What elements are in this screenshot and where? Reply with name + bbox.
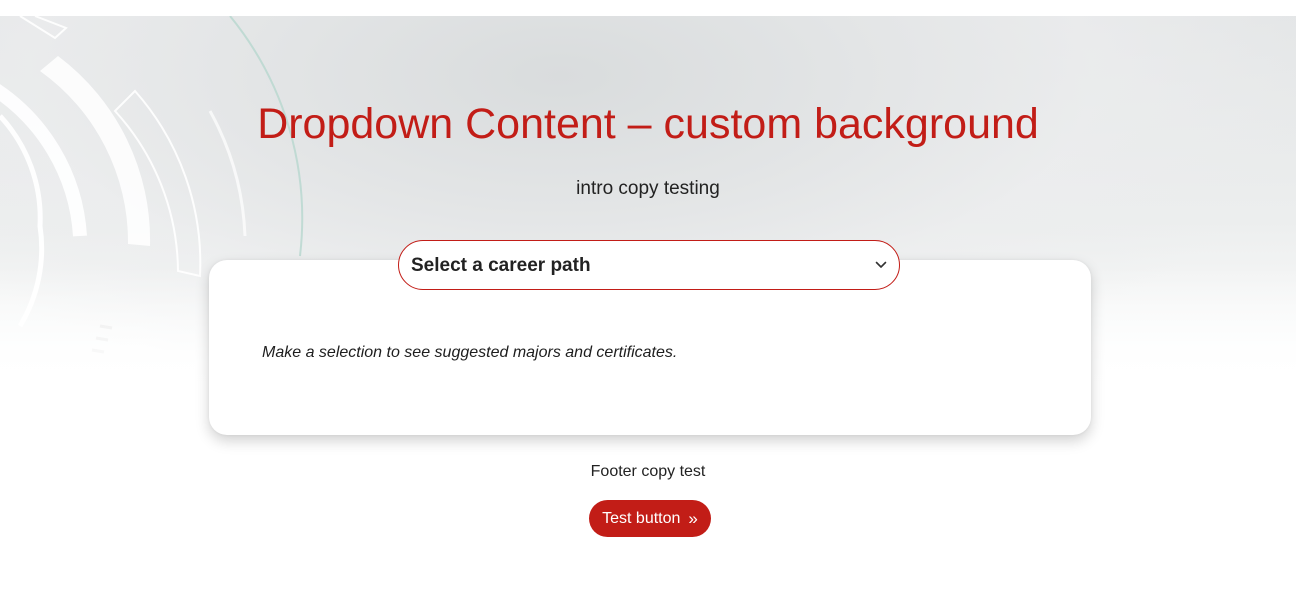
test-button-label: Test button [602,509,681,527]
selection-hint-text: Make a selection to see suggested majors… [262,344,678,361]
test-button[interactable]: Test button » [589,500,711,537]
footer-copy: Footer copy test [590,463,706,480]
page-title: Dropdown Content – custom background [257,100,1039,148]
chevron-down-icon [875,261,887,268]
top-strip [0,0,1296,16]
intro-copy: intro copy testing [576,178,720,199]
double-chevron-right-icon: » [688,508,698,528]
career-path-dropdown[interactable]: Select a career path [398,240,900,290]
dropdown-selected-label: Select a career path [411,255,591,276]
